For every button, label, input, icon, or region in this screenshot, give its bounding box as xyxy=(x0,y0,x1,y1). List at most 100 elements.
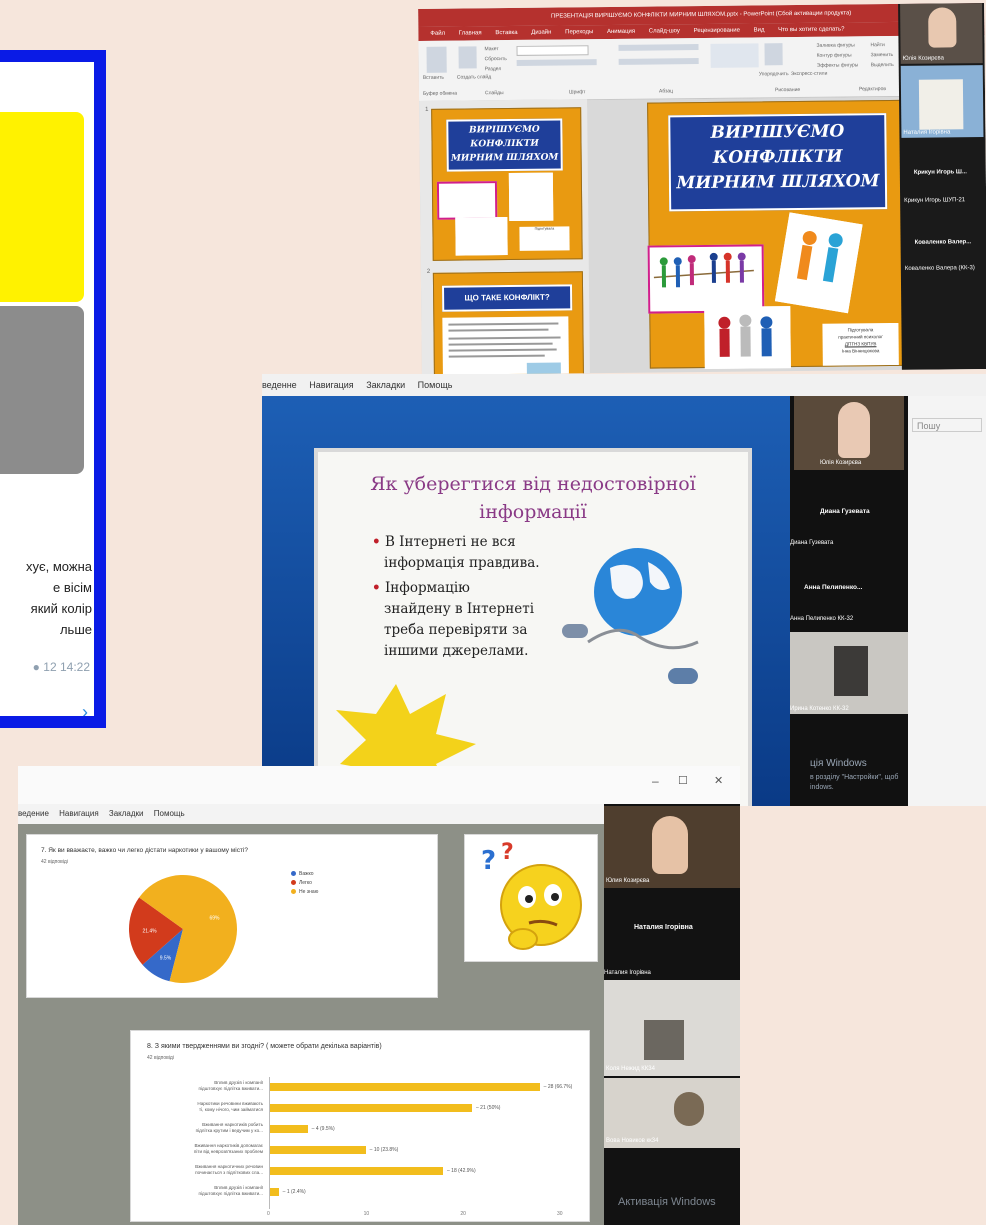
bar-value-label: – 4 (9.5%) xyxy=(311,1126,335,1132)
q7-title: 7. Як ви вважаєте, важко чи легко дістат… xyxy=(41,847,248,854)
tab-transitions[interactable]: Переходы xyxy=(565,29,593,35)
ribbon-arrange[interactable]: Упорядочить xyxy=(759,71,789,77)
ribbon-section[interactable]: Раздел xyxy=(485,66,502,72)
ribbon-layout[interactable]: Макет xyxy=(484,46,498,52)
legend-label: Важко xyxy=(299,871,314,877)
bullet-line: В Інтернеті не вся xyxy=(384,534,516,550)
tab-home[interactable]: Главная xyxy=(459,30,482,36)
tab-review[interactable]: Рецензирование xyxy=(694,28,740,34)
pie-slice-label: 21.4% xyxy=(142,929,157,935)
ribbon-shape-fill[interactable]: Заливка фигуры xyxy=(816,42,854,48)
x-tick-label: 30 xyxy=(557,1211,563,1217)
chevron-right-icon[interactable]: › xyxy=(82,702,88,716)
search-input[interactable]: Пошу xyxy=(912,418,982,432)
svg-text:?: ? xyxy=(501,840,514,865)
bullet-line: треба перевіряти за xyxy=(384,622,528,638)
bar-value-label: – 1 (2.4%) xyxy=(282,1189,306,1195)
ribbon-select[interactable]: Выделить xyxy=(871,62,894,68)
menu-bookmarks[interactable]: Закладки xyxy=(109,809,144,818)
legend-item: Легко xyxy=(291,880,318,886)
bullet-icon: • xyxy=(372,534,381,550)
tug-of-war-image xyxy=(647,244,765,314)
participant-name: Анна Пелипенко КК-32 xyxy=(790,616,854,622)
bar-value-label: – 10 (23.8%) xyxy=(369,1147,399,1153)
ribbon-shape-outline[interactable]: Контур фигуры xyxy=(817,52,852,58)
message-meta: ● 12 14:22 xyxy=(0,660,90,674)
message-line: е вісім xyxy=(53,580,92,595)
tell-me-box[interactable]: Что вы хотите сделать? xyxy=(778,27,844,34)
tab-design[interactable]: Дизайн xyxy=(531,30,551,36)
bar-value-label: – 28 (66.7%) xyxy=(543,1084,573,1090)
ribbon-replace[interactable]: Заменить xyxy=(871,52,894,58)
x-tick-label: 20 xyxy=(460,1211,466,1217)
bar-category-label: Вплив друзів і компанії підштовхує підліт… xyxy=(198,1080,263,1091)
bar-category-label: Наркотики речовини вживають ті, кому нічо… xyxy=(197,1101,263,1112)
participant-name: Наталия Ігорівна xyxy=(634,924,693,931)
ribbon-quick-styles[interactable]: Экспресс-стили xyxy=(791,71,828,77)
participant-name: Диана Гузевата xyxy=(790,540,834,546)
slide-title-line: Як уберегтися від недостовірної xyxy=(370,473,696,495)
tab-view[interactable]: Вид xyxy=(754,27,765,33)
menu-help[interactable]: Помощь xyxy=(418,380,453,390)
slide-thumb-1[interactable]: ВИРІШУЄМО КОНФЛІКТИ МИРНИМ ШЛЯХОМ Підгот… xyxy=(431,107,583,261)
group-editing: Редактиров xyxy=(858,86,887,93)
menu-view[interactable]: ведение xyxy=(18,809,49,818)
participant-name: Наталия Ігорівна xyxy=(903,129,951,136)
ribbon-paste[interactable]: Вставить xyxy=(423,75,444,81)
ribbon-find[interactable]: Найти xyxy=(870,42,884,48)
tab-file[interactable]: Файл xyxy=(430,31,445,37)
survey-viewer-window: – ☐ ✕ ведение Навигация Закладки Помощь … xyxy=(18,766,740,1225)
video-tile: Юлія Козирєва xyxy=(900,3,983,64)
participant-face xyxy=(674,1092,704,1126)
bar xyxy=(269,1188,279,1196)
minimize-button[interactable]: – xyxy=(652,774,659,788)
bar-value-label: – 21 (50%) xyxy=(476,1105,501,1111)
video-tile: Коля Нежид КК34 xyxy=(604,980,740,1076)
handshake-image xyxy=(704,306,791,369)
group-clipboard: Буфер обмена xyxy=(422,90,458,97)
document-area: 7. Як ви вважаєте, важко чи легко дістат… xyxy=(18,824,604,1225)
group-slides: Слайды xyxy=(484,90,504,97)
menu-help[interactable]: Помощь xyxy=(154,809,185,818)
bar-value-label: – 18 (42.9%) xyxy=(447,1168,476,1174)
participant-name: Наталия Ігорівна xyxy=(604,970,651,976)
participant-name: Коваленко Валера (КК-3) xyxy=(904,265,975,272)
menu-navigation[interactable]: Навигация xyxy=(59,809,99,818)
main-slide[interactable]: ВИРІШУЄМО КОНФЛІКТИ МИРНИМ ШЛЯХОМ Підгот… xyxy=(647,99,904,369)
message-text: хує, можна е вісім який колір льше xyxy=(0,556,92,640)
bullet-line: іншими джерелами. xyxy=(384,643,529,659)
tab-animation[interactable]: Анимация xyxy=(607,29,635,35)
tab-insert[interactable]: Вставка xyxy=(495,30,517,36)
video-panel: Юлия Козирєва Наталия Ігорівна Наталия І… xyxy=(604,804,740,1225)
menu-view[interactable]: веденне xyxy=(262,380,297,390)
slide-title: Як уберегтися від недостовірної інформац… xyxy=(318,470,748,526)
participant-face xyxy=(834,646,868,696)
ribbon-shape-effects[interactable]: Эффекты фигуры xyxy=(817,62,859,68)
menu-bookmarks[interactable]: Закладки xyxy=(366,380,405,390)
tab-slideshow[interactable]: Слайд-шоу xyxy=(649,28,680,34)
legend-swatch xyxy=(291,871,296,877)
title-bar: – ☐ ✕ xyxy=(18,766,740,804)
slide-background: Як уберегтися від недостовірної інформац… xyxy=(262,396,802,806)
message-line: льше xyxy=(59,622,92,637)
bar xyxy=(269,1146,366,1154)
pie-slice-label: 69% xyxy=(209,916,220,922)
menu-navigation[interactable]: Навигация xyxy=(309,380,353,390)
ribbon-reset[interactable]: Сбросить xyxy=(485,56,507,62)
ribbon-new-slide[interactable]: Создать слайд xyxy=(457,74,491,80)
close-button[interactable]: ✕ xyxy=(714,774,723,787)
caption-line: Інна Вінницюкова xyxy=(841,348,880,354)
maximize-button[interactable]: ☐ xyxy=(678,774,688,787)
participant-name: Коваленко Валер... xyxy=(914,239,972,246)
participant-name: Юлия Козирєва xyxy=(606,878,650,884)
video-tile: Наталия Ігорівна xyxy=(900,65,984,138)
participant-face xyxy=(928,7,957,48)
slide-thumb-2[interactable]: ЩО ТАКЕ КОНФЛІКТ? xyxy=(432,271,585,375)
video-tile: Юлия Козирєва xyxy=(604,806,740,888)
participant-name: Анна Пелипенко... xyxy=(804,584,863,591)
video-tile: Юлія Козирєва xyxy=(794,396,904,470)
y-axis-line xyxy=(269,1077,270,1209)
thinking-face-icon: ? ? xyxy=(481,840,582,950)
x-tick-label: 10 xyxy=(363,1211,370,1217)
x-tick-label: 0 xyxy=(267,1211,270,1217)
